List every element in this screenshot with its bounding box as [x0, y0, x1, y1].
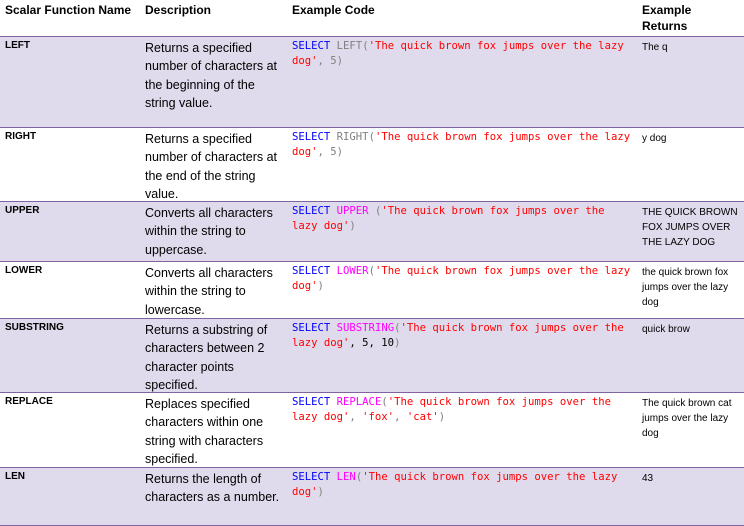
sql-punctuation: ) [317, 486, 324, 498]
function-name: LOWER [5, 265, 43, 276]
table-row: UPPER Converts all characters within the… [0, 202, 744, 262]
example-code: SELECT UPPER ('The quick brown fox jumps… [287, 202, 637, 261]
sql-punctuation: ) [317, 280, 324, 292]
function-name: REPLACE [5, 396, 53, 407]
sql-function: REPLACE [336, 396, 382, 408]
function-description: Returns a specified number of characters… [145, 41, 278, 111]
sql-keyword: SELECT [292, 40, 331, 52]
sql-args: , 5 [317, 55, 337, 67]
sql-keyword: SELECT [292, 265, 331, 277]
function-description: Returns the length of characters as a nu… [145, 472, 280, 505]
sql-punctuation: ) [438, 411, 446, 423]
example-code: SELECT LOWER('The quick brown fox jumps … [287, 262, 637, 318]
function-name: UPPER [5, 205, 40, 216]
sql-function: UPPER [336, 205, 369, 217]
example-return: THE QUICK BROWN FOX JUMPS OVER THE LAZY … [642, 207, 738, 248]
function-description: Replaces specified characters within one… [145, 397, 264, 467]
scalar-functions-table: Scalar Function Name Description Example… [0, 0, 744, 526]
table-row: REPLACE Replaces specified characters wi… [0, 393, 744, 468]
table-row: SUBSTRING Returns a substring of charact… [0, 319, 744, 393]
table-header: Scalar Function Name Description Example… [0, 0, 744, 37]
sql-function: LEFT [336, 40, 363, 52]
function-name: RIGHT [5, 131, 37, 142]
sql-string: 'cat' [406, 411, 439, 423]
table-row: LOWER Converts all characters within the… [0, 262, 744, 319]
example-code: SELECT LEFT('The quick brown fox jumps o… [287, 37, 637, 127]
example-return: 43 [642, 473, 654, 484]
sql-keyword: SELECT [292, 322, 331, 334]
example-code: SELECT REPLACE('The quick brown fox jump… [287, 393, 637, 467]
sql-punctuation: ) [336, 146, 344, 158]
example-code: SELECT RIGHT('The quick brown fox jumps … [287, 128, 637, 201]
example-return: The q [642, 42, 668, 53]
sql-punctuation: ) [394, 337, 401, 349]
sql-args: , 5 [317, 146, 337, 158]
example-return: the quick brown fox jumps over the lazy … [642, 267, 729, 308]
table-row: LEFT Returns a specified number of chara… [0, 37, 744, 128]
sql-function: LOWER [336, 265, 369, 277]
example-return: quick brow [642, 324, 690, 335]
header-description: Description [145, 3, 212, 17]
sql-keyword: SELECT [292, 471, 331, 483]
header-name: Scalar Function Name [5, 3, 132, 17]
function-description: Converts all characters within the strin… [145, 266, 273, 317]
table-row: RIGHT Returns a specified number of char… [0, 128, 744, 202]
sql-string: 'fox' [362, 411, 395, 423]
example-code: SELECT SUBSTRING('The quick brown fox ju… [287, 319, 637, 392]
sql-keyword: SELECT [292, 396, 331, 408]
sql-args: , 5, 10 [349, 337, 395, 349]
function-description: Returns a substring of characters betwee… [145, 323, 268, 393]
sql-function: SUBSTRING [336, 322, 395, 334]
example-return: The quick brown cat jumps over the lazy … [642, 398, 732, 439]
sql-punctuation: , [349, 411, 363, 423]
example-code: SELECT LEN('The quick brown fox jumps ov… [287, 468, 637, 525]
table-row: LEN Returns the length of characters as … [0, 468, 744, 526]
sql-punctuation: ) [349, 220, 356, 232]
function-name: LEFT [5, 40, 30, 51]
sql-function: RIGHT [336, 131, 369, 143]
sql-keyword: SELECT [292, 131, 331, 143]
sql-punctuation: ) [336, 55, 344, 67]
sql-punctuation: ( [368, 205, 382, 217]
function-description: Returns a specified number of characters… [145, 132, 278, 202]
example-return: y dog [642, 133, 667, 144]
header-code: Example Code [292, 3, 375, 17]
function-name: SUBSTRING [5, 322, 64, 333]
sql-function: LEN [336, 471, 356, 483]
sql-keyword: SELECT [292, 205, 331, 217]
sql-punctuation: , [394, 411, 407, 423]
function-name: LEN [5, 471, 25, 482]
function-description: Converts all characters within the strin… [145, 206, 273, 257]
header-returns: Example Returns [642, 3, 692, 33]
